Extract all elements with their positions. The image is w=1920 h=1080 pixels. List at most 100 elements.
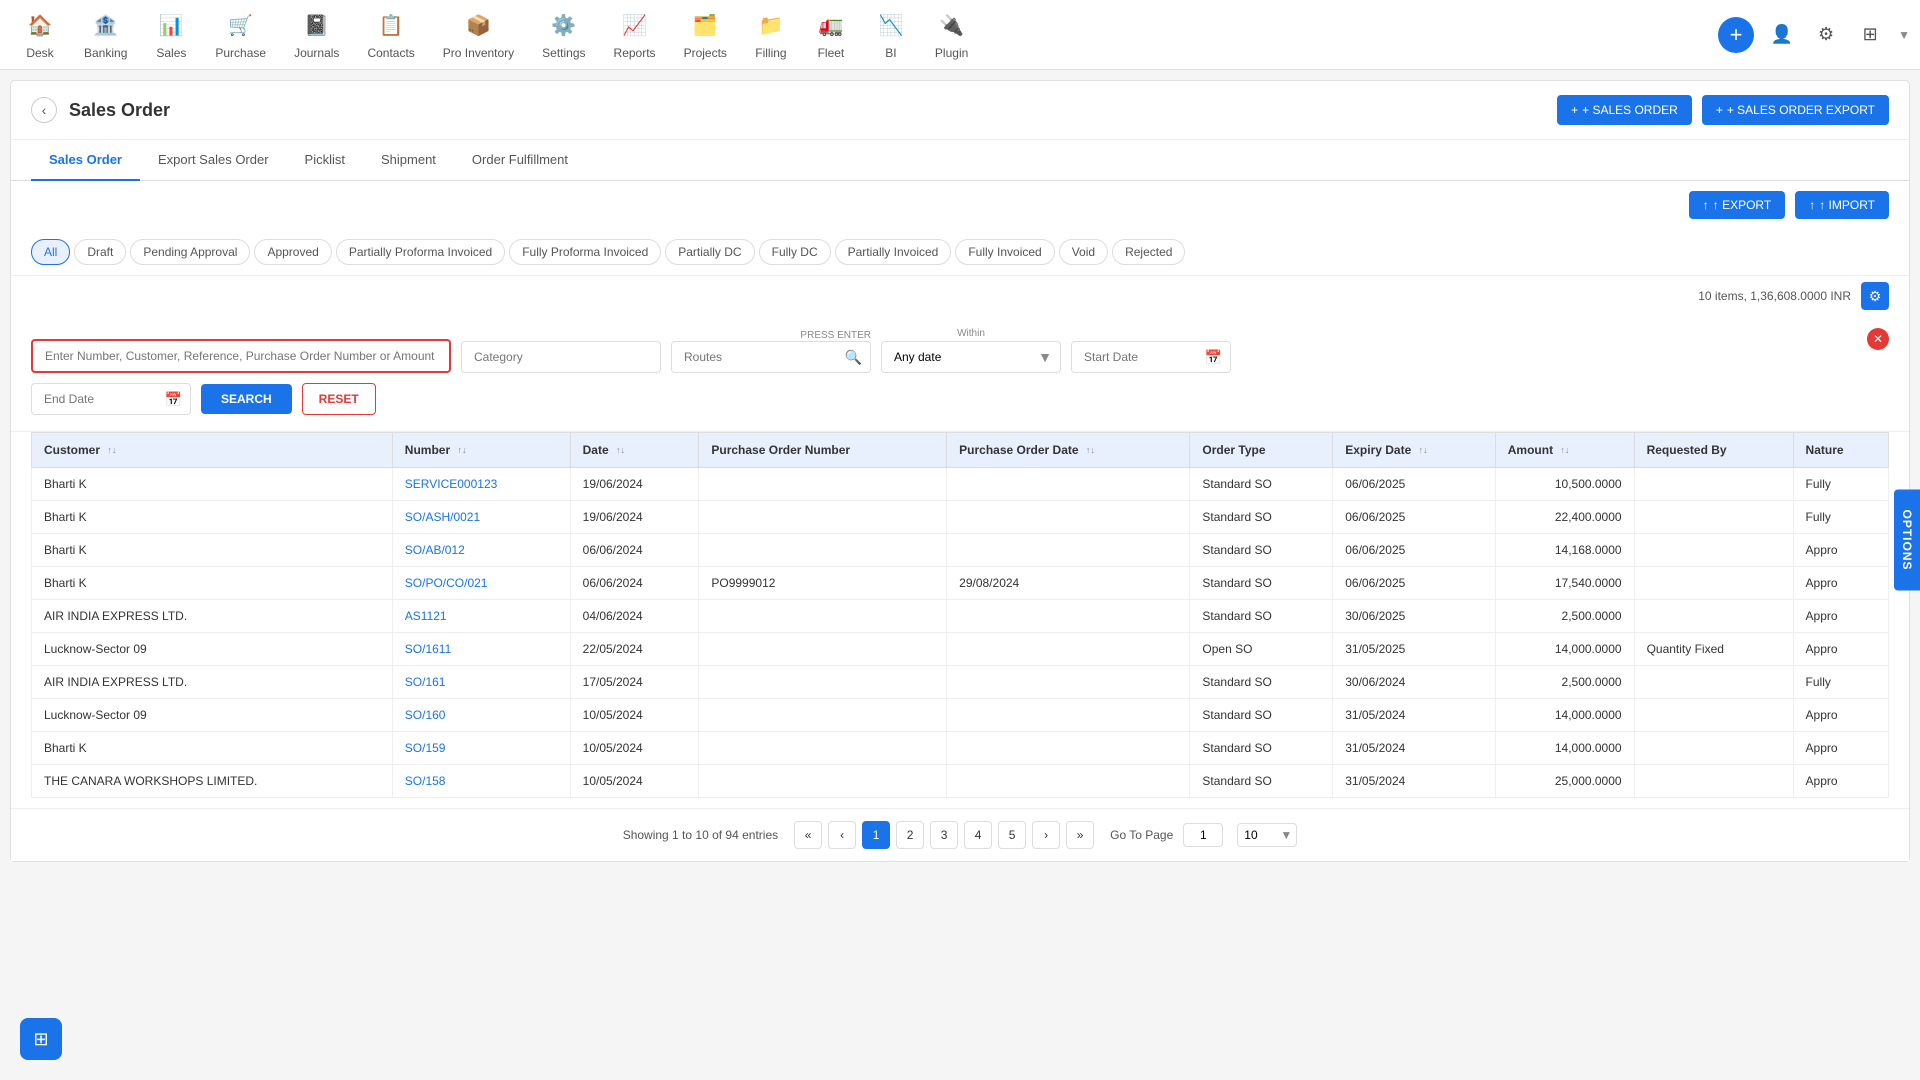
page-2-button[interactable]: 2	[896, 821, 924, 849]
page-1-button[interactable]: 1	[862, 821, 890, 849]
user-icon[interactable]: 👤	[1766, 19, 1798, 51]
filter-void[interactable]: Void	[1059, 239, 1108, 265]
nav-item-desk[interactable]: 🏠 Desk	[10, 2, 70, 68]
nav-item-bi[interactable]: 📉 BI	[861, 2, 921, 68]
page-title: Sales Order	[69, 100, 1557, 121]
tab-sales-order[interactable]: Sales Order	[31, 140, 140, 181]
nav-item-pro-inventory[interactable]: 📦 Pro Inventory	[429, 2, 528, 68]
nav-label-purchase: Purchase	[215, 46, 266, 60]
cell-po-number	[699, 501, 947, 534]
filter-rejected[interactable]: Rejected	[1112, 239, 1185, 265]
per-page-input[interactable]	[1238, 824, 1276, 846]
nav-item-settings[interactable]: ⚙️ Settings	[528, 2, 599, 68]
order-number-link[interactable]: SO/161	[405, 675, 446, 689]
cell-amount: 14,000.0000	[1495, 732, 1634, 765]
options-sidebar[interactable]: OPTIONS	[1894, 489, 1920, 590]
sort-amount-icon[interactable]: ↑↓	[1560, 446, 1569, 455]
filter-partially-invoiced[interactable]: Partially Invoiced	[835, 239, 952, 265]
filter-fully-invoiced[interactable]: Fully Invoiced	[955, 239, 1054, 265]
filter-fully-proforma-invoiced[interactable]: Fully Proforma Invoiced	[509, 239, 661, 265]
page-3-button[interactable]: 3	[930, 821, 958, 849]
search-main-input[interactable]	[31, 339, 451, 373]
sort-po-date-icon[interactable]: ↑↓	[1086, 446, 1095, 455]
nav-item-contacts[interactable]: 📋 Contacts	[353, 2, 428, 68]
sort-customer-icon[interactable]: ↑↓	[107, 446, 116, 455]
page-5-button[interactable]: 5	[998, 821, 1026, 849]
sort-number-icon[interactable]: ↑↓	[457, 446, 466, 455]
order-number-link[interactable]: SO/AB/012	[405, 543, 465, 557]
start-date-input[interactable]	[1072, 342, 1197, 372]
nav-item-banking[interactable]: 🏦 Banking	[70, 2, 141, 68]
cell-po-date	[947, 501, 1190, 534]
nav-item-purchase[interactable]: 🛒 Purchase	[201, 2, 280, 68]
pagination-info: Showing 1 to 10 of 94 entries	[623, 828, 778, 842]
import-button[interactable]: ↑ ↑ IMPORT	[1795, 191, 1889, 219]
nav-item-fleet[interactable]: 🚛 Fleet	[801, 2, 861, 68]
plugin-icon: 🔌	[936, 10, 968, 42]
table-settings-button[interactable]: ⚙	[1861, 282, 1889, 310]
within-date-select[interactable]: Any date Today This Week This Month This…	[882, 342, 1030, 372]
add-button[interactable]: +	[1718, 17, 1754, 53]
page-prev-button[interactable]: ‹	[828, 821, 856, 849]
search-close-button[interactable]: ✕	[1867, 328, 1889, 350]
start-date-calendar-icon[interactable]: 📅	[1197, 349, 1230, 366]
category-input[interactable]	[461, 341, 661, 373]
filter-partially-dc[interactable]: Partially DC	[665, 239, 754, 265]
end-date-input[interactable]	[32, 384, 157, 414]
reset-button[interactable]: RESET	[302, 383, 376, 415]
order-number-link[interactable]: SERVICE000123	[405, 477, 498, 491]
nav-label-banking: Banking	[84, 46, 127, 60]
tab-shipment[interactable]: Shipment	[363, 140, 454, 181]
cell-requested-by	[1634, 699, 1793, 732]
cell-amount: 2,500.0000	[1495, 666, 1634, 699]
cell-po-date	[947, 633, 1190, 666]
goto-page-input[interactable]	[1183, 823, 1223, 847]
nav-item-reports[interactable]: 📈 Reports	[600, 2, 670, 68]
order-number-link[interactable]: SO/PO/CO/021	[405, 576, 488, 590]
nav-item-projects[interactable]: 🗂️ Projects	[670, 2, 741, 68]
filter-fully-dc[interactable]: Fully DC	[759, 239, 831, 265]
order-number-link[interactable]: SO/159	[405, 741, 446, 755]
export-button[interactable]: ↑ ↑ EXPORT	[1689, 191, 1785, 219]
contacts-icon: 📋	[375, 10, 407, 42]
sales-order-export-button[interactable]: + + SALES ORDER EXPORT	[1702, 95, 1889, 125]
sales-order-button[interactable]: + + SALES ORDER	[1557, 95, 1692, 125]
nav-item-journals[interactable]: 📓 Journals	[280, 2, 353, 68]
search-button[interactable]: SEARCH	[201, 384, 292, 414]
nav-item-sales[interactable]: 📊 Sales	[141, 2, 201, 68]
routes-input[interactable]	[672, 342, 837, 372]
nav-item-filling[interactable]: 📁 Filling	[741, 2, 801, 68]
page-next-button[interactable]: ›	[1032, 821, 1060, 849]
order-number-link[interactable]: SO/ASH/0021	[405, 510, 480, 524]
grid-icon[interactable]: ⊞	[1854, 19, 1886, 51]
cell-number: SO/160	[392, 699, 570, 732]
filter-all[interactable]: All	[31, 239, 70, 265]
dropdown-arrow[interactable]: ▼	[1898, 28, 1910, 42]
filter-pending-approval[interactable]: Pending Approval	[130, 239, 250, 265]
cell-order-type: Standard SO	[1190, 765, 1333, 798]
cell-expiry-date: 31/05/2025	[1333, 633, 1496, 666]
sort-expiry-icon[interactable]: ↑↓	[1419, 446, 1428, 455]
table-container: Customer ↑↓ Number ↑↓ Date ↑↓ Purchase O…	[11, 432, 1909, 808]
order-number-link[interactable]: SO/1611	[405, 642, 451, 656]
routes-search-icon: 🔍	[837, 349, 870, 366]
filter-draft[interactable]: Draft	[74, 239, 126, 265]
order-number-link[interactable]: AS1121	[405, 609, 447, 623]
back-button[interactable]: ‹	[31, 97, 57, 123]
filter-approved[interactable]: Approved	[254, 239, 331, 265]
page-last-button[interactable]: »	[1066, 821, 1094, 849]
tab-export-sales-order[interactable]: Export Sales Order	[140, 140, 287, 181]
nav-item-plugin[interactable]: 🔌 Plugin	[921, 2, 982, 68]
cell-order-type: Standard SO	[1190, 501, 1333, 534]
page-first-button[interactable]: «	[794, 821, 822, 849]
tab-order-fulfillment[interactable]: Order Fulfillment	[454, 140, 586, 181]
filter-partially-proforma-invoiced[interactable]: Partially Proforma Invoiced	[336, 239, 505, 265]
order-number-link[interactable]: SO/158	[405, 774, 446, 788]
sort-date-icon[interactable]: ↑↓	[616, 446, 625, 455]
tab-picklist[interactable]: Picklist	[287, 140, 363, 181]
gear-icon[interactable]: ⚙	[1810, 19, 1842, 51]
end-date-calendar-icon[interactable]: 📅	[157, 391, 190, 408]
page-4-button[interactable]: 4	[964, 821, 992, 849]
bottom-app-icon[interactable]: ⊞	[20, 1018, 62, 1060]
order-number-link[interactable]: SO/160	[405, 708, 446, 722]
